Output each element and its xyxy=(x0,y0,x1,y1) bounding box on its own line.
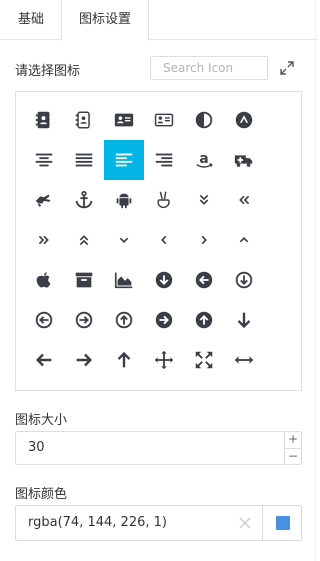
icon-grid: a xyxy=(24,100,264,380)
clear-icon[interactable] xyxy=(238,516,252,530)
address-card-icon[interactable] xyxy=(104,100,144,140)
align-left-icon[interactable] xyxy=(104,140,144,180)
angle-double-left-icon[interactable] xyxy=(224,180,264,220)
angle-down-icon[interactable] xyxy=(104,220,144,260)
decrement-button[interactable]: − xyxy=(285,448,301,464)
color-swatch xyxy=(276,516,290,530)
icon-size-label: 图标大小 xyxy=(15,413,68,428)
icon-color-label: 图标颜色 xyxy=(15,487,68,502)
arrow-up-icon[interactable] xyxy=(104,340,144,380)
expand-icon[interactable] xyxy=(279,60,295,76)
panel-divider xyxy=(315,0,316,561)
icon-picker-label: 请选择图标 xyxy=(15,64,81,79)
arrows-h-icon[interactable] xyxy=(224,340,264,380)
tab-icon-settings[interactable]: 图标设置 xyxy=(61,0,149,41)
tab-basic[interactable]: 基础 xyxy=(0,0,62,40)
arrow-circle-o-up-icon[interactable] xyxy=(104,300,144,340)
angle-right-icon[interactable] xyxy=(184,220,224,260)
align-right-icon[interactable] xyxy=(144,140,184,180)
adn-icon[interactable] xyxy=(224,100,264,140)
arrow-circle-down-icon[interactable] xyxy=(144,260,184,300)
arrow-circle-up-icon[interactable] xyxy=(184,300,224,340)
address-book-icon[interactable] xyxy=(24,100,64,140)
android-icon[interactable] xyxy=(104,180,144,220)
color-swatch-button[interactable] xyxy=(262,506,303,540)
american-sign-language-icon[interactable] xyxy=(24,180,64,220)
icon-color-value[interactable]: rgba(74, 144, 226, 1) xyxy=(28,506,167,540)
icon-size-field[interactable]: 30 + − xyxy=(15,431,302,465)
align-justify-icon[interactable] xyxy=(64,140,104,180)
apple-icon[interactable] xyxy=(24,260,64,300)
icon-size-value[interactable]: 30 xyxy=(28,432,45,464)
address-book-outline-icon[interactable] xyxy=(64,100,104,140)
archive-icon[interactable] xyxy=(64,260,104,300)
arrow-circle-o-down-icon[interactable] xyxy=(224,260,264,300)
area-chart-icon[interactable] xyxy=(104,260,144,300)
angle-double-down-icon[interactable] xyxy=(184,180,224,220)
arrow-circle-left-icon[interactable] xyxy=(184,260,224,300)
angle-double-up-icon[interactable] xyxy=(64,220,104,260)
arrow-left-icon[interactable] xyxy=(24,340,64,380)
angle-up-icon[interactable] xyxy=(224,220,264,260)
angle-double-right-icon[interactable] xyxy=(24,220,64,260)
svg-text:a: a xyxy=(199,151,208,167)
arrow-down-icon[interactable] xyxy=(224,300,264,340)
adjust-icon[interactable] xyxy=(184,100,224,140)
arrow-right-icon[interactable] xyxy=(64,340,104,380)
icon-size-stepper: + − xyxy=(284,432,301,464)
amazon-icon[interactable]: a xyxy=(184,140,224,180)
icon-color-field[interactable]: rgba(74, 144, 226, 1) xyxy=(15,505,302,541)
arrow-circle-o-right-icon[interactable] xyxy=(64,300,104,340)
arrow-circle-right-icon[interactable] xyxy=(144,300,184,340)
arrows-alt-icon[interactable] xyxy=(184,340,224,380)
anchor-icon[interactable] xyxy=(64,180,104,220)
angle-left-icon[interactable] xyxy=(144,220,184,260)
angellist-icon[interactable] xyxy=(144,180,184,220)
ambulance-icon[interactable] xyxy=(224,140,264,180)
icon-search-input[interactable]: Search Icon xyxy=(150,56,268,80)
align-center-icon[interactable] xyxy=(24,140,64,180)
arrows-icon[interactable] xyxy=(144,340,184,380)
arrow-circle-o-left-icon[interactable] xyxy=(24,300,64,340)
tab-bar: 基础 图标设置 xyxy=(0,0,318,41)
increment-button[interactable]: + xyxy=(285,432,301,448)
address-card-outline-icon[interactable] xyxy=(144,100,184,140)
